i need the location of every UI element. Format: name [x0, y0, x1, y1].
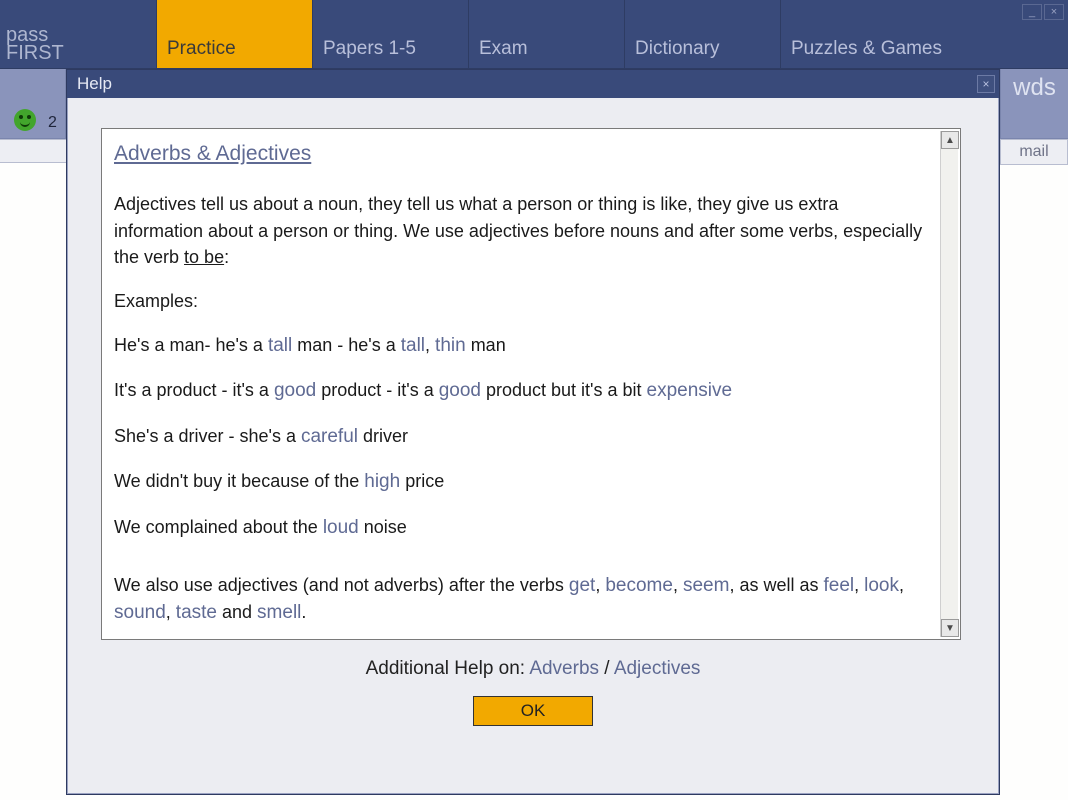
tab-exam[interactable]: Exam: [468, 0, 624, 68]
left-status-panel: 2: [0, 69, 66, 139]
brand-line2: FIRST: [6, 44, 64, 62]
tab-label: Dictionary: [635, 38, 719, 60]
help-content-box: Adverbs & Adjectives Adjectives tell us …: [101, 128, 961, 640]
app-brand: pass FIRST: [6, 26, 64, 62]
example-5: We complained about the loud noise: [114, 514, 932, 542]
minimize-icon[interactable]: _: [1022, 4, 1042, 20]
help-dialog-titlebar: Help ×: [67, 70, 999, 98]
tab-label: Practice: [167, 38, 236, 60]
example-2: It's a product - it's a good product - i…: [114, 377, 932, 405]
ok-row: OK: [101, 696, 965, 726]
content-scrollbar[interactable]: ▲ ▼: [940, 131, 958, 637]
tab-dictionary[interactable]: Dictionary: [624, 0, 780, 68]
help-dialog-close-icon[interactable]: ×: [977, 75, 995, 93]
tab-puzzles[interactable]: Puzzles & Games: [780, 0, 956, 68]
additional-help-prefix: Additional Help on:: [366, 658, 530, 679]
tab-label: Exam: [479, 38, 528, 60]
ok-button[interactable]: OK: [473, 696, 593, 726]
help-content: Adverbs & Adjectives Adjectives tell us …: [102, 129, 960, 639]
additional-help-adjectives-link[interactable]: Adjectives: [614, 658, 701, 679]
example-3: She's a driver - she's a careful driver: [114, 423, 932, 451]
scroll-down-icon[interactable]: ▼: [941, 619, 959, 637]
help-intro: Adjectives tell us about a noun, they te…: [114, 191, 932, 269]
additional-help-row: Additional Help on: Adverbs / Adjectives: [101, 658, 965, 680]
closing-paragraph: We also use adjectives (and not adverbs)…: [114, 572, 932, 627]
help-heading: Adverbs & Adjectives: [114, 139, 932, 169]
tab-papers[interactable]: Papers 1-5: [312, 0, 468, 68]
examples-label: Examples:: [114, 288, 932, 314]
help-dialog: Help × Adverbs & Adjectives Adjectives t…: [66, 69, 1000, 795]
main-menu-bar: pass FIRST Practice Papers 1-5 Exam Dict…: [0, 0, 1068, 68]
work-area: 2 wds mail Help × Adverbs & Adjectives A…: [0, 68, 1068, 800]
additional-help-adverbs-link[interactable]: Adverbs: [529, 658, 599, 679]
help-dialog-title: Help: [77, 74, 112, 93]
example-1: He's a man- he's a tall man - he's a tal…: [114, 332, 932, 360]
tab-label: Papers 1-5: [323, 38, 416, 60]
help-dialog-body: Adverbs & Adjectives Adjectives tell us …: [67, 98, 999, 744]
score-count: 2: [48, 114, 57, 132]
window-controls: _ ×: [1022, 4, 1064, 20]
mail-tab[interactable]: mail: [1000, 139, 1068, 165]
tab-label: Puzzles & Games: [791, 38, 942, 60]
tab-practice[interactable]: Practice: [156, 0, 312, 68]
close-icon[interactable]: ×: [1044, 4, 1064, 20]
scroll-up-icon[interactable]: ▲: [941, 131, 959, 149]
smiley-icon: [14, 109, 36, 131]
example-4: We didn't buy it because of the high pri…: [114, 468, 932, 496]
right-wds-panel: wds: [1000, 69, 1068, 139]
tab-strip: Practice Papers 1-5 Exam Dictionary Puzz…: [156, 0, 956, 68]
